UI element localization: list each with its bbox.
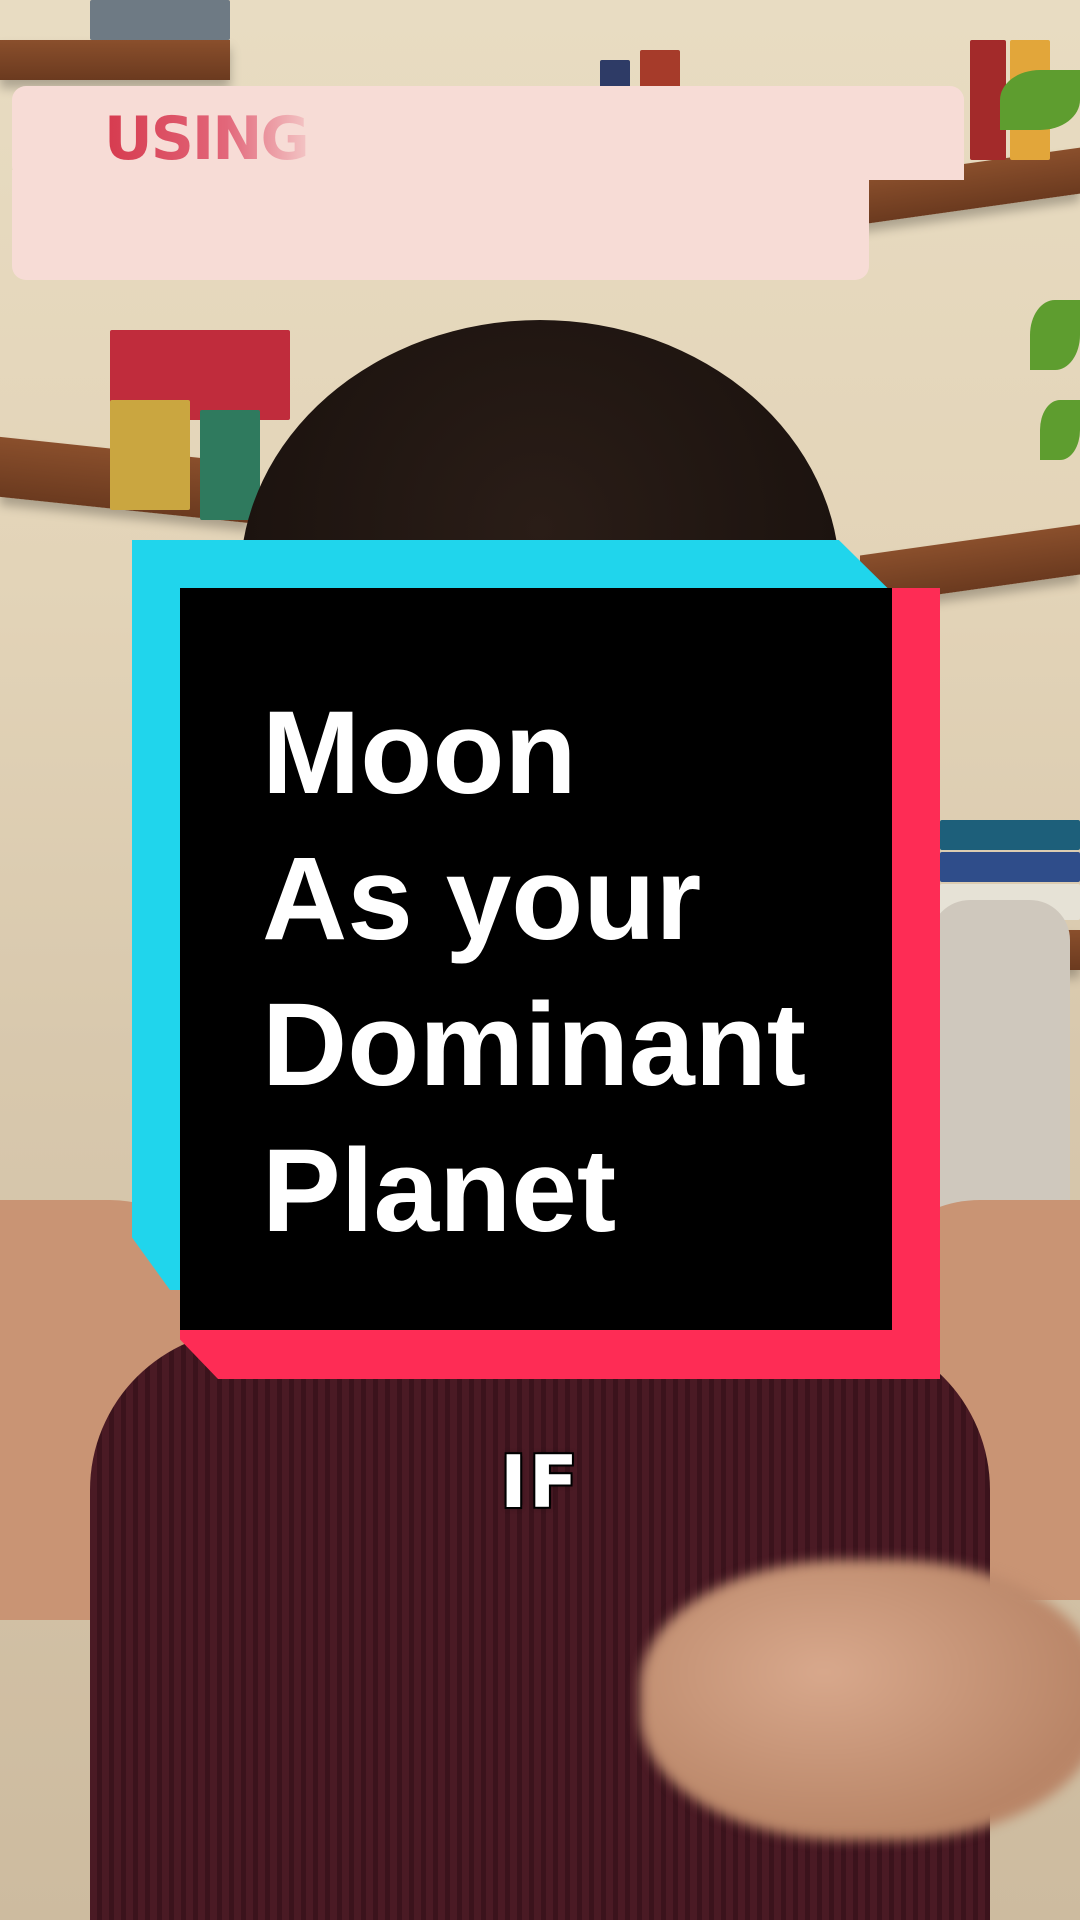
title-line: Dominant bbox=[262, 979, 807, 1111]
plant-leaf bbox=[1030, 300, 1080, 370]
book bbox=[940, 852, 1080, 882]
caption-text: IF bbox=[500, 1440, 580, 1524]
book bbox=[90, 0, 230, 40]
title-line: Moon bbox=[262, 687, 577, 819]
title-line: As your bbox=[262, 833, 702, 965]
book bbox=[940, 820, 1080, 850]
plant-leaf bbox=[1000, 70, 1080, 130]
banner-text: USING bbox=[104, 104, 310, 174]
blurred-hand bbox=[640, 1560, 1080, 1840]
title-line: Planet bbox=[262, 1125, 617, 1257]
title-card-text: Moon As your Dominant Planet bbox=[262, 680, 862, 1264]
bookshelf bbox=[0, 40, 230, 80]
video-frame[interactable]: USING Moon As your Dominant Planet IF bbox=[0, 0, 1080, 1920]
top-banner-lower bbox=[12, 170, 869, 280]
book bbox=[110, 400, 190, 510]
plant-leaf bbox=[1040, 400, 1080, 460]
book bbox=[200, 410, 260, 520]
